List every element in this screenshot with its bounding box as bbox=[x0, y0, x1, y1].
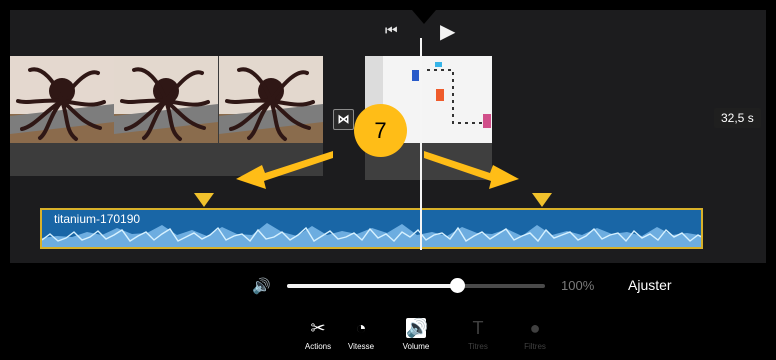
waveform bbox=[42, 223, 701, 247]
volume-percentage: 100% bbox=[561, 278, 595, 293]
clip-thumbnail bbox=[114, 56, 218, 143]
volume-tool-icon: 🔊 bbox=[406, 318, 429, 338]
annotation-number-badge: 7 bbox=[354, 104, 407, 157]
tool-volume[interactable]: 🔊 Volume bbox=[392, 318, 440, 360]
tool-speed[interactable]: ◔ Vitesse bbox=[337, 318, 385, 360]
tool-filters[interactable]: ● Filtres bbox=[511, 318, 559, 360]
bottom-toolbar: ✂ Actions ◔ Vitesse 🔊 Volume T Titres ● … bbox=[280, 318, 560, 360]
audio-clip-label: titanium-170190 bbox=[54, 212, 141, 226]
skip-back-icon: ⏮ bbox=[385, 22, 398, 38]
transition-icon: ⋈ bbox=[337, 112, 350, 126]
clip-thumbnail bbox=[219, 56, 323, 143]
tool-label: Actions bbox=[304, 342, 332, 351]
skip-back-button[interactable]: ⏮ bbox=[385, 22, 399, 38]
audio-marker[interactable] bbox=[532, 193, 552, 207]
tool-label: Titres bbox=[468, 342, 488, 351]
tool-label: Volume bbox=[402, 342, 430, 351]
play-button[interactable]: ▶ bbox=[440, 20, 462, 44]
clip-filmstrip-bottom bbox=[10, 143, 323, 176]
transition-button[interactable]: ⋈ bbox=[333, 109, 354, 130]
play-icon: ▶ bbox=[440, 21, 456, 43]
duration-badge: 32,5 s bbox=[714, 108, 761, 128]
filter-icon: ● bbox=[529, 318, 541, 338]
volume-slider-knob[interactable] bbox=[450, 278, 465, 293]
scissors-icon: ✂ bbox=[310, 318, 326, 338]
tool-titles[interactable]: T Titres bbox=[454, 318, 502, 360]
tool-label: Filtres bbox=[524, 342, 546, 351]
tool-actions[interactable]: ✂ Actions bbox=[294, 318, 342, 360]
audio-track[interactable]: titanium-170190 bbox=[40, 208, 703, 249]
tool-label: Vitesse bbox=[347, 342, 375, 351]
adjust-button[interactable]: Ajuster bbox=[628, 277, 672, 293]
volume-icon: 🔊 bbox=[252, 278, 271, 295]
audio-marker[interactable] bbox=[194, 193, 214, 207]
clip-thumbnail bbox=[10, 56, 114, 143]
playhead-notch bbox=[412, 10, 436, 24]
volume-slider-fill bbox=[287, 284, 458, 288]
text-icon: T bbox=[472, 318, 484, 338]
playhead[interactable] bbox=[420, 38, 422, 250]
speedometer-icon: ◔ bbox=[355, 318, 367, 338]
